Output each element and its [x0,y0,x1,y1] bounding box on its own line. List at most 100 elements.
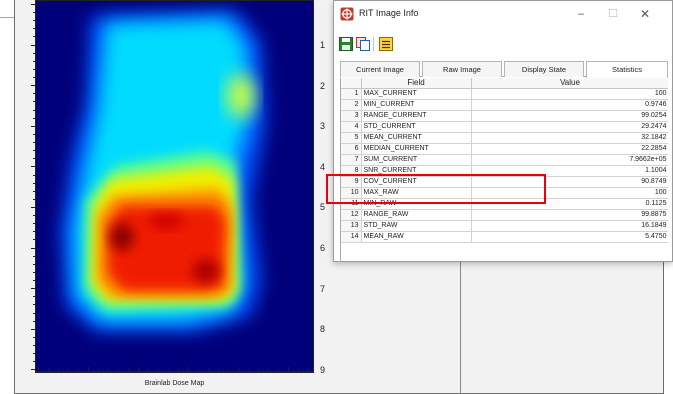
x-tick-mark [128,369,129,372]
table-row[interactable]: 14 MEAN_RAW 5.4750 [341,231,668,243]
x-tick-mark [288,367,289,372]
toolbar [334,34,672,54]
x-tick-mark [148,369,149,372]
column-header-field[interactable]: Field [361,78,472,89]
x-tick-mark [178,369,179,372]
row-number: 3 [341,110,362,122]
x-tick-mark [198,369,199,372]
x-tick-mark [298,369,299,372]
field-cell[interactable]: STD_RAW [361,220,472,232]
value-cell[interactable]: 99.0254 [471,110,668,122]
field-cell[interactable]: RANGE_RAW [361,209,472,221]
table-row[interactable]: 7 SUM_CURRENT 7.9662e+05 [341,154,668,166]
table-row[interactable]: 13 STD_RAW 16.1849 [341,220,668,232]
x-tick-mark [158,369,159,372]
x-tick-mark [308,369,309,372]
table-row[interactable]: 3 RANGE_CURRENT 99.0254 [341,110,668,122]
x-tick-mark [268,369,269,372]
y-tick-label: 8 [320,324,326,335]
x-tick-mark [278,369,279,372]
x-tick-mark [58,369,59,372]
maximize-button[interactable]: ☐ [598,3,628,25]
x-tick-mark [98,369,99,372]
panel-divider [460,262,461,394]
field-cell[interactable]: MEAN_RAW [361,231,472,243]
field-cell[interactable]: RANGE_CURRENT [361,110,472,122]
tab-current-image[interactable]: Current Image [340,61,420,77]
rit-logo-icon [340,7,354,21]
table-row[interactable]: 2 MIN_CURRENT 0.9746 [341,99,668,111]
value-cell[interactable]: 22.2854 [471,143,668,155]
row-number: 7 [341,154,362,166]
tab-statistics[interactable]: Statistics [586,61,668,78]
field-cell[interactable]: STD_CURRENT [361,121,472,133]
tab-bar: Current Image Raw Image Display State St… [340,61,668,78]
field-cell[interactable]: SUM_CURRENT [361,154,472,166]
table-row[interactable]: 12 RANGE_RAW 99.8875 [341,209,668,221]
field-cell[interactable]: MIN_CURRENT [361,99,472,111]
tab-raw-image[interactable]: Raw Image [422,61,502,77]
row-number: 1 [341,88,362,100]
table-row[interactable]: 1 MAX_CURRENT 100 [341,88,668,100]
value-cell[interactable]: 29.2474 [471,121,668,133]
y-tick-label: 9 [320,364,326,375]
row-number: 2 [341,99,362,111]
row-number: 4 [341,121,362,133]
x-tick-mark [68,369,69,372]
statistics-grid: Field Value 1 MAX_CURRENT 100 2 MIN_CURRENT 0… [340,78,668,262]
x-tick-mark [238,367,239,372]
stage: 123456789 Brainlab Dose Map RIT Image In… [0,0,673,394]
copy-icon[interactable] [355,36,371,52]
x-tick-mark [138,367,139,372]
toolbar-separator [373,37,374,51]
field-cell[interactable]: MAX_CURRENT [361,88,472,100]
value-cell[interactable]: 5.4750 [471,231,668,243]
y-tick-label: 3 [320,121,326,132]
tab-display-state[interactable]: Display State [504,61,584,77]
row-number: 6 [341,143,362,155]
x-tick-mark [228,369,229,372]
x-tick-mark [258,369,259,372]
properties-icon[interactable] [378,36,394,52]
y-tick-label: 1 [320,40,326,50]
x-tick-mark [188,367,189,372]
value-cell[interactable]: 0.9746 [471,99,668,111]
row-number: 12 [341,209,362,221]
y-tick-label: 5 [320,202,326,213]
row-number: 13 [341,220,362,232]
save-icon[interactable] [338,36,354,52]
y-tick-label: 2 [320,80,326,91]
table-row[interactable]: 5 MEAN_CURRENT 32.1842 [341,132,668,144]
table-row[interactable]: 4 STD_CURRENT 29.2474 [341,121,668,133]
column-header-value[interactable]: Value [471,78,668,89]
x-axis-line [35,372,314,373]
rit-image-info-dialog: RIT Image Info – ☐ ✕ Current Image Raw I… [333,0,673,262]
value-cell[interactable]: 16.1849 [471,220,668,232]
x-tick-mark [78,369,79,372]
x-tick-mark [218,369,219,372]
x-tick-mark [118,369,119,372]
minimize-button[interactable]: – [566,3,596,25]
value-cell[interactable]: 99.8875 [471,209,668,221]
column-header-rownum [341,78,362,89]
table-row[interactable]: 6 MEDIAN_CURRENT 22.2854 [341,143,668,155]
y-tick-label: 7 [320,283,326,294]
y-tick-label: 4 [320,161,326,172]
field-cell[interactable]: MEDIAN_CURRENT [361,143,472,155]
window-title: RIT Image Info [359,8,419,18]
highlight-box [326,174,546,204]
value-cell[interactable]: 32.1842 [471,132,668,144]
x-tick-mark [48,369,49,372]
dose-map-image [36,1,313,371]
value-cell[interactable]: 7.9662e+05 [471,154,668,166]
x-tick-mark [168,369,169,372]
x-tick-mark [208,369,209,372]
close-button[interactable]: ✕ [630,3,660,25]
x-tick-mark [38,367,39,372]
x-tick-mark [88,367,89,372]
dose-map-plot[interactable] [35,0,314,372]
value-cell[interactable]: 100 [471,88,668,100]
row-number: 14 [341,231,362,243]
title-bar[interactable]: RIT Image Info – ☐ ✕ [334,1,672,29]
field-cell[interactable]: MEAN_CURRENT [361,132,472,144]
